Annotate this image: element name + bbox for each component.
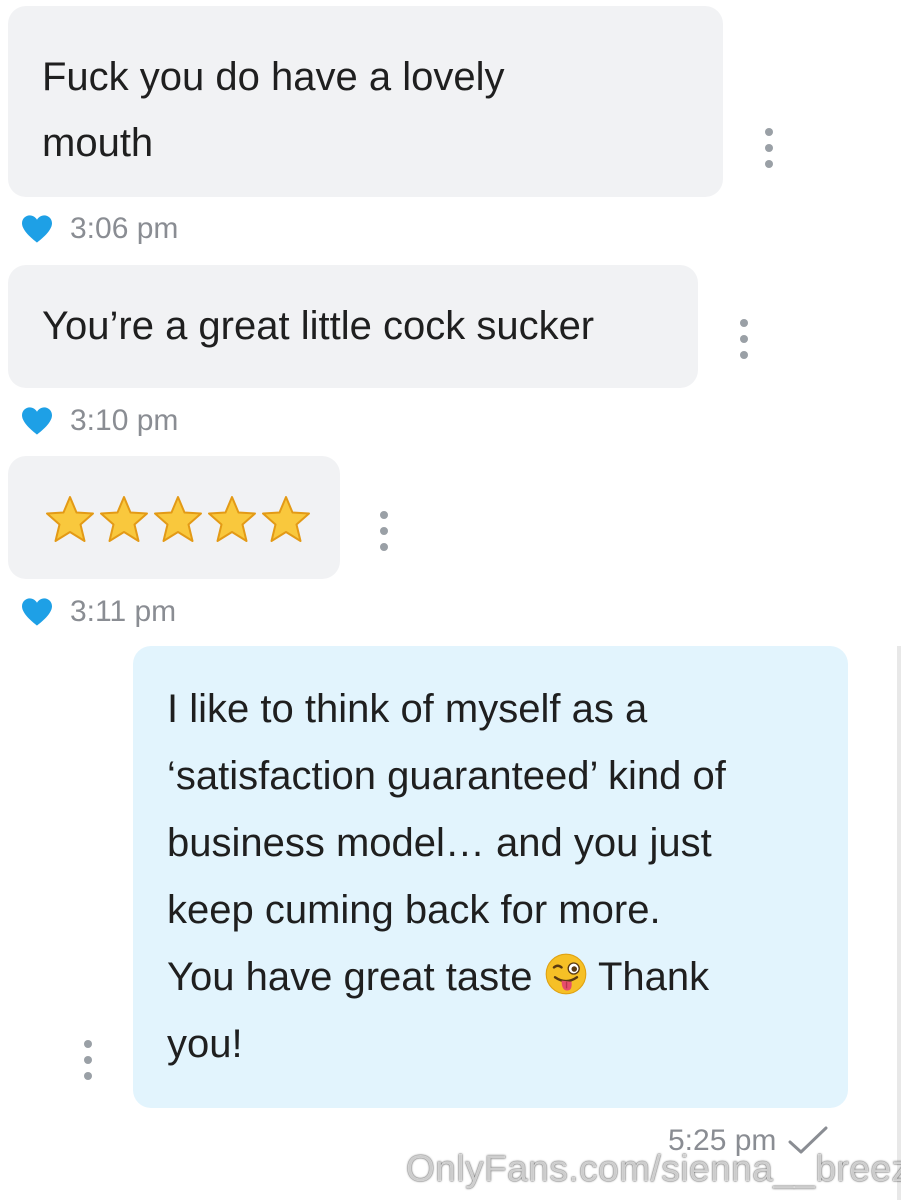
message-bubble-outgoing[interactable]: I like to think of myself as a ‘satisfac… xyxy=(133,646,848,1108)
star-icon xyxy=(262,496,310,542)
message-time: 3:10 pm xyxy=(70,404,179,437)
message-bubble-incoming[interactable]: Fuck you do have a lovely mouth xyxy=(8,6,723,197)
message-text-part: I like to think of myself as a ‘satisfac… xyxy=(167,687,726,999)
kebab-menu-icon[interactable] xyxy=(734,319,754,359)
message-time: 3:11 pm xyxy=(70,595,177,628)
heart-icon[interactable] xyxy=(20,597,54,627)
star-icon xyxy=(46,496,94,542)
winking-face-with-tongue-icon xyxy=(545,953,586,995)
star-icon xyxy=(154,496,202,542)
message-text: I like to think of myself as a ‘satisfac… xyxy=(167,676,828,1078)
message-time: 3:06 pm xyxy=(70,212,179,245)
heart-icon[interactable] xyxy=(20,406,54,436)
scroll-edge xyxy=(897,646,901,1200)
star-icon xyxy=(208,496,256,542)
message-meta: 3:06 pm xyxy=(20,212,178,246)
heart-icon[interactable] xyxy=(20,214,54,244)
message-bubble-incoming[interactable]: You’re a great little cock sucker xyxy=(8,265,698,388)
kebab-menu-icon[interactable] xyxy=(759,128,779,168)
message-meta: 3:10 pm xyxy=(20,404,178,438)
star-icon xyxy=(100,496,148,542)
kebab-menu-icon[interactable] xyxy=(374,511,394,551)
message-meta: 3:11 pm xyxy=(20,595,176,629)
kebab-menu-icon[interactable] xyxy=(78,1040,98,1080)
message-bubble-incoming[interactable] xyxy=(8,456,340,579)
watermark-text: OnlyFans.com/sienna__breeze xyxy=(406,1148,901,1189)
star-emoji-row xyxy=(44,494,312,546)
message-text: Fuck you do have a lovely mouth xyxy=(42,55,505,165)
message-text: You’re a great little cock sucker xyxy=(42,304,595,348)
